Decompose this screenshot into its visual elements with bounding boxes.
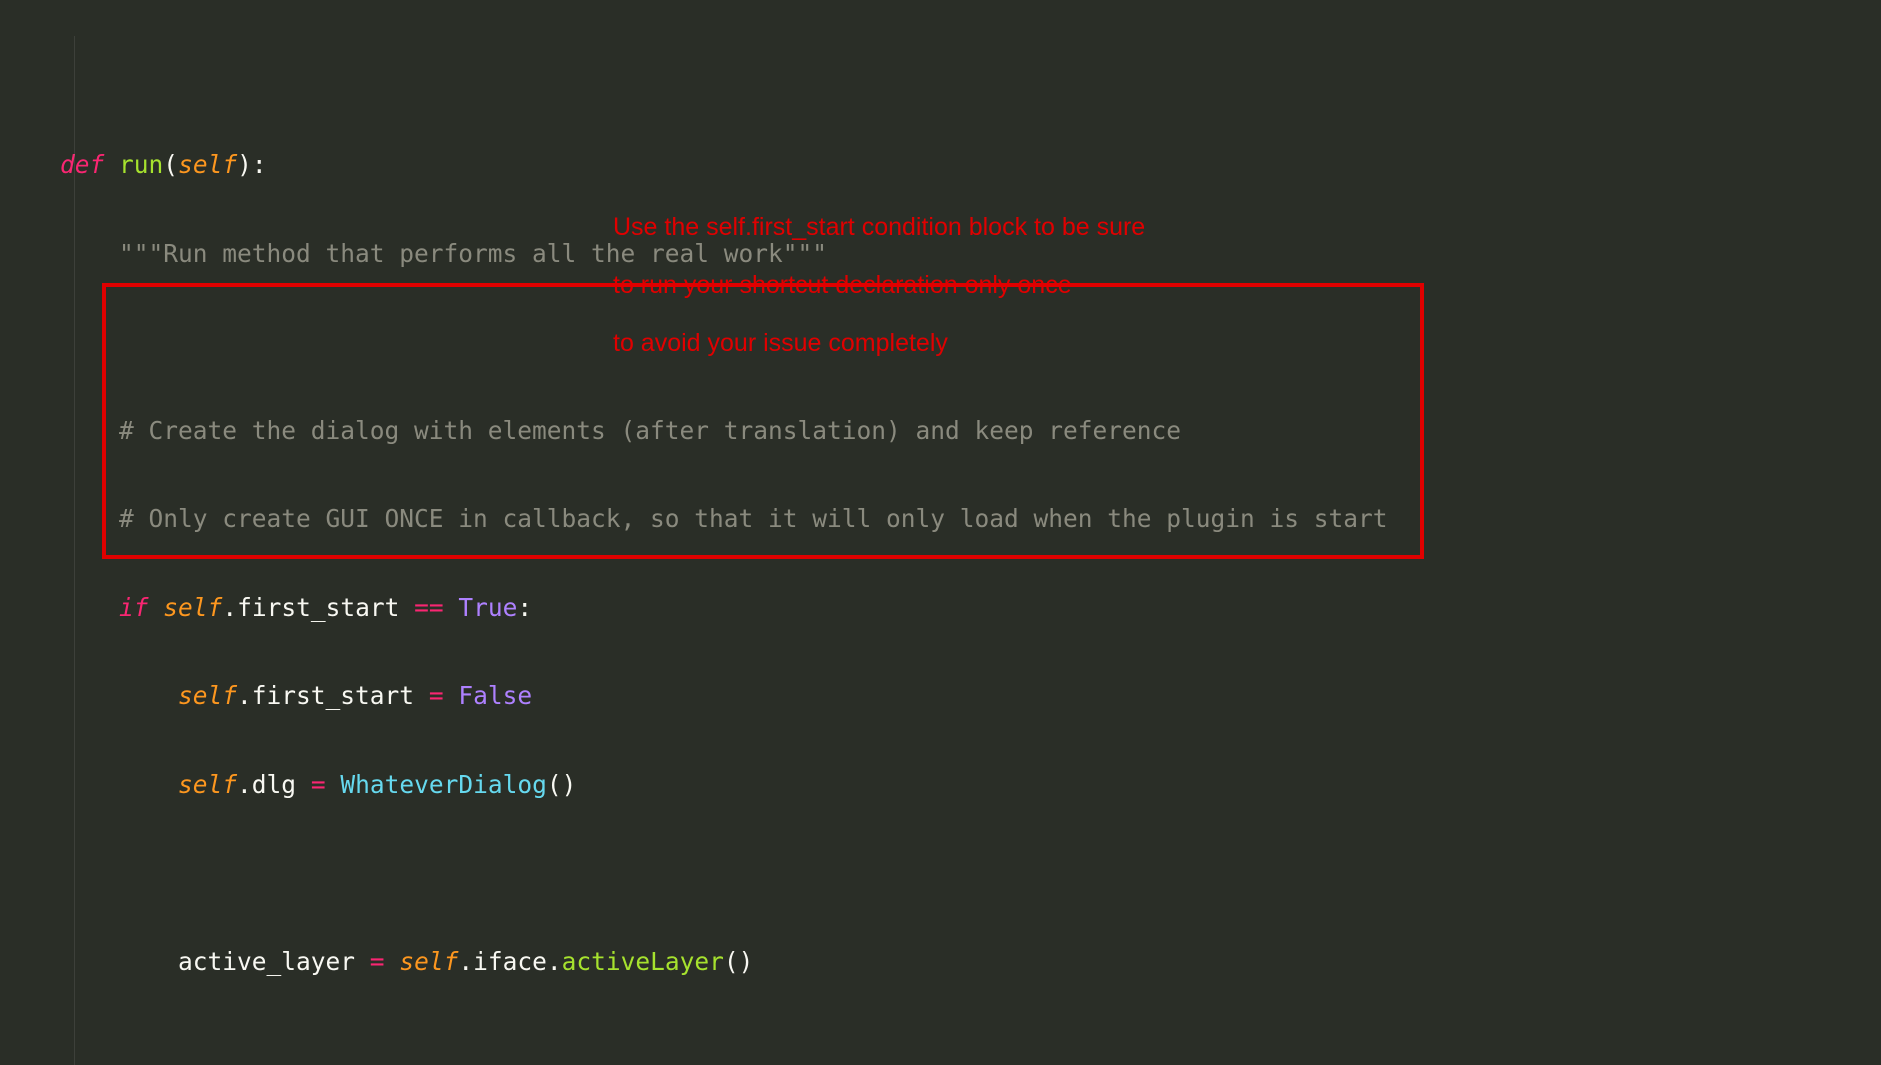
annotation-line: to run your shortcut declaration only on…: [613, 271, 1145, 300]
blank-line: [60, 858, 1881, 888]
annotation-line: to avoid your issue completely: [613, 329, 1145, 358]
code-line: self.first_start = False: [60, 681, 1881, 711]
code-line: if self.first_start == True:: [60, 593, 1881, 623]
annotation-line: Use the self.first_start condition block…: [613, 213, 1145, 242]
blank-line: [60, 1035, 1881, 1065]
annotation-text: Use the self.first_start condition block…: [613, 184, 1145, 387]
code-line: self.dlg = WhateverDialog(): [60, 770, 1881, 800]
code-line: active_layer = self.iface.activeLayer(): [60, 947, 1881, 977]
code-editor[interactable]: def run(self): """Run method that perfor…: [0, 0, 1881, 1065]
code-line: def run(self):: [60, 150, 1881, 180]
